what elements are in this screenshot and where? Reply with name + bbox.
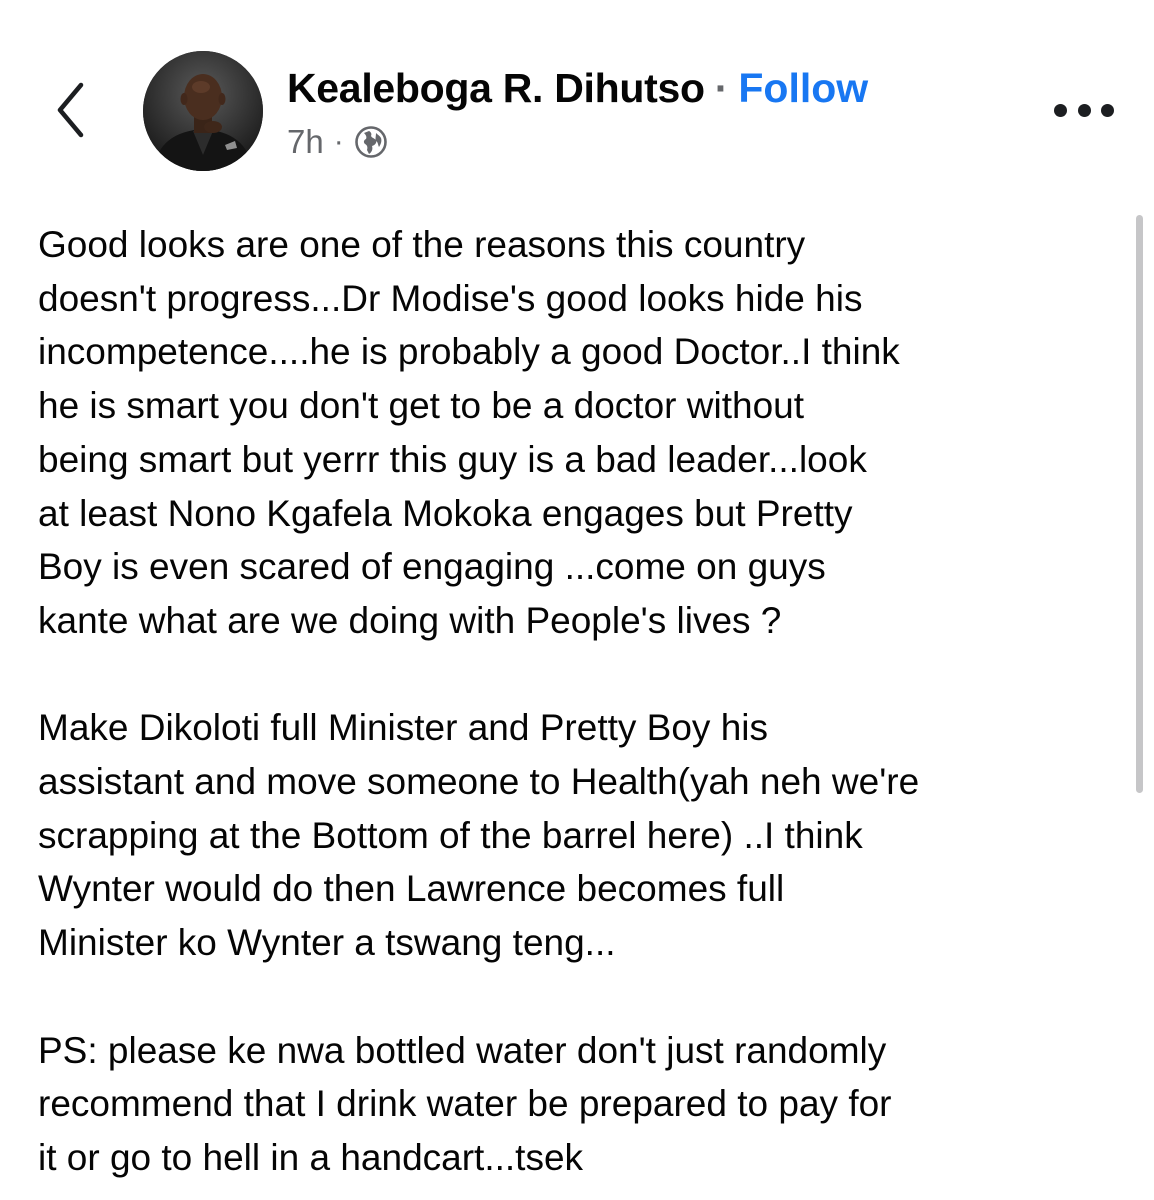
follow-button[interactable]: Follow	[738, 65, 868, 112]
vertical-scrollbar[interactable]	[1136, 215, 1143, 793]
post-header: Kealeboga R. Dihutso · Follow 7h ·	[0, 0, 1154, 190]
post-paragraph: Make Dikoloti full Minister and Pretty B…	[38, 707, 920, 964]
more-dot	[1054, 103, 1067, 117]
post-paragraph: Good looks are one of the reasons this c…	[38, 224, 900, 641]
more-dot	[1077, 103, 1091, 117]
author-avatar[interactable]	[143, 51, 263, 171]
post-meta: 7h ·	[287, 118, 388, 166]
more-options-button[interactable]	[1054, 90, 1114, 130]
name-separator: ·	[714, 64, 729, 111]
globe-icon	[354, 126, 387, 158]
author-name[interactable]: Kealeboga R. Dihutso	[287, 65, 705, 112]
post-text: Good looks are one of the reasons this c…	[38, 218, 1128, 1185]
meta-separator: ·	[333, 125, 344, 158]
back-button[interactable]	[48, 78, 92, 142]
more-dot	[1101, 103, 1114, 117]
author-line: Kealeboga R. Dihutso · Follow	[287, 62, 868, 114]
chevron-left-icon	[57, 82, 84, 138]
avatar-photo	[143, 51, 263, 171]
post-timestamp[interactable]: 7h	[287, 123, 324, 161]
post-paragraph: PS: please ke nwa bottled water don't ju…	[38, 1029, 892, 1178]
